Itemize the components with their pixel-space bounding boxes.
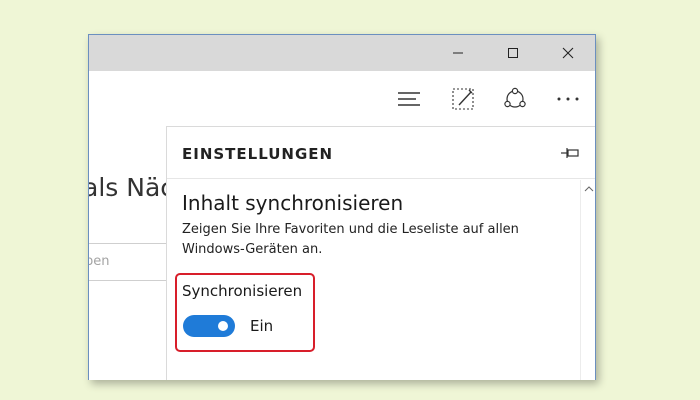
hub-lines-icon: [398, 92, 420, 106]
browser-toolbar: [89, 71, 595, 127]
maximize-icon: [508, 48, 518, 58]
web-note-button[interactable]: [443, 79, 483, 119]
close-icon: [562, 47, 574, 59]
settings-panel-header: EINSTELLUNGEN: [167, 127, 595, 179]
toggle-knob: [218, 321, 228, 331]
browser-window: als Näc ben EINSTELLUNGEN Inhalt synchro…: [88, 34, 596, 380]
more-button[interactable]: [548, 79, 588, 119]
sync-section-title: Inhalt synchronisieren: [182, 191, 404, 215]
panel-scrollbar[interactable]: [580, 180, 595, 380]
sync-toggle-state: Ein: [250, 317, 274, 335]
scroll-up-button[interactable]: [581, 182, 595, 196]
maximize-button[interactable]: [485, 35, 541, 71]
minimize-icon: [453, 52, 463, 54]
sync-toggle-label: Synchronisieren: [182, 282, 303, 300]
pin-button[interactable]: [557, 141, 583, 165]
more-dots-icon: [557, 97, 579, 101]
sync-toggle[interactable]: [183, 315, 235, 337]
settings-title: EINSTELLUNGEN: [182, 145, 334, 163]
page-heading: als Näc: [88, 173, 175, 202]
sync-section-description: Zeigen Sie Ihre Favoriten und die Leseli…: [182, 222, 519, 257]
close-button[interactable]: [540, 35, 595, 71]
share-icon: [504, 87, 526, 108]
title-bar[interactable]: [89, 35, 595, 71]
page-search-field[interactable]: ben: [89, 243, 175, 281]
pin-icon: [561, 148, 579, 158]
hub-button[interactable]: [389, 79, 429, 119]
chevron-up-icon: [584, 186, 594, 192]
minimize-button[interactable]: [430, 35, 486, 71]
settings-panel: EINSTELLUNGEN Inhalt synchronisieren Zei…: [166, 126, 595, 380]
web-note-icon: [452, 88, 474, 110]
share-button[interactable]: [495, 79, 535, 119]
